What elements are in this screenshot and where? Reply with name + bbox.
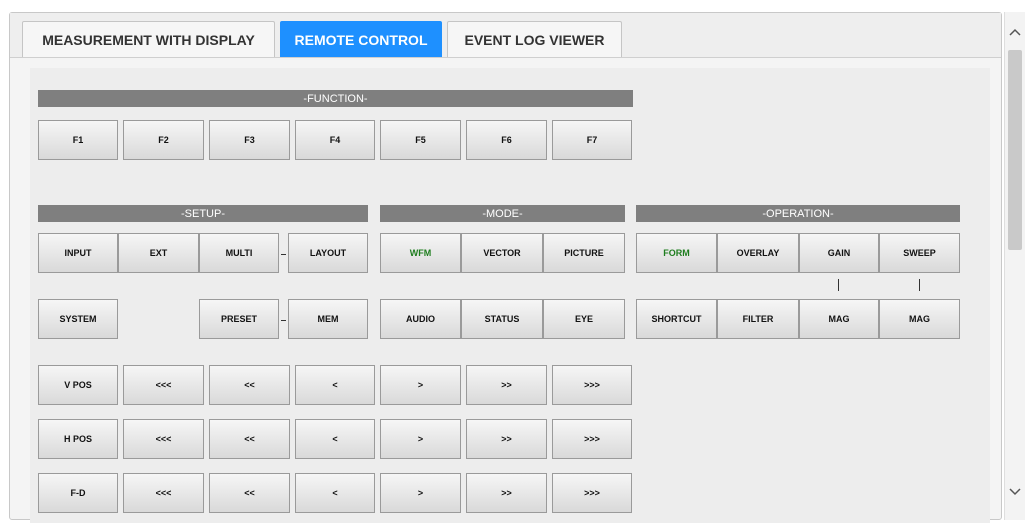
eye-button[interactable]: EYE bbox=[543, 299, 625, 339]
tab-remote-control[interactable]: REMOTE CONTROL bbox=[280, 21, 442, 57]
tab-container: MEASUREMENT WITH DISPLAY REMOTE CONTROL … bbox=[9, 12, 1002, 523]
f-d-step-button[interactable]: << bbox=[209, 473, 290, 513]
sweep-mag-connector bbox=[919, 279, 920, 291]
f6-button[interactable]: F6 bbox=[466, 120, 547, 160]
f-d-step-button[interactable]: >> bbox=[466, 473, 547, 513]
h-pos-step-button[interactable]: < bbox=[295, 419, 375, 459]
multi-button[interactable]: MULTI bbox=[199, 233, 279, 273]
v-pos-step-button[interactable]: < bbox=[295, 365, 375, 405]
input-button[interactable]: INPUT bbox=[38, 233, 118, 273]
f-d-step-button[interactable]: <<< bbox=[123, 473, 204, 513]
v-pos-step-button[interactable]: > bbox=[380, 365, 461, 405]
f5-button[interactable]: F5 bbox=[380, 120, 461, 160]
preset-button[interactable]: PRESET bbox=[199, 299, 279, 339]
system-button[interactable]: SYSTEM bbox=[38, 299, 118, 339]
v-pos-step-button[interactable]: << bbox=[209, 365, 290, 405]
chevron-down-icon[interactable] bbox=[1005, 482, 1025, 502]
h-pos-step-button[interactable]: >>> bbox=[552, 419, 632, 459]
h-pos-step-button[interactable]: <<< bbox=[123, 419, 204, 459]
gain-mag-button[interactable]: MAG bbox=[799, 299, 879, 339]
audio-button[interactable]: AUDIO bbox=[380, 299, 461, 339]
wfm-button[interactable]: WFM bbox=[380, 233, 461, 273]
preset-mem-connector bbox=[281, 320, 286, 321]
gain-button[interactable]: GAIN bbox=[799, 233, 879, 273]
vector-button[interactable]: VECTOR bbox=[461, 233, 543, 273]
section-header-function: -FUNCTION- bbox=[38, 90, 633, 107]
f3-button[interactable]: F3 bbox=[209, 120, 290, 160]
f4-button[interactable]: F4 bbox=[295, 120, 375, 160]
f-d-step-button[interactable]: > bbox=[380, 473, 461, 513]
v-pos-step-button[interactable]: >> bbox=[466, 365, 547, 405]
tab-measurement-with-display[interactable]: MEASUREMENT WITH DISPLAY bbox=[22, 21, 275, 57]
f-d-step-button[interactable]: >>> bbox=[552, 473, 632, 513]
v-pos-step-button[interactable]: <<< bbox=[123, 365, 204, 405]
f7-button[interactable]: F7 bbox=[552, 120, 632, 160]
chevron-up-icon[interactable] bbox=[1005, 22, 1025, 42]
v-pos-button[interactable]: V POS bbox=[38, 365, 118, 405]
section-header-mode: -MODE- bbox=[380, 205, 625, 222]
remote-control-panel: -FUNCTION- F1 F2 F3 F4 F5 F6 F7 -SETUP- … bbox=[30, 68, 990, 523]
h-pos-step-button[interactable]: << bbox=[209, 419, 290, 459]
f-d-button[interactable]: F-D bbox=[38, 473, 118, 513]
multi-layout-connector bbox=[281, 254, 286, 255]
h-pos-step-button[interactable]: >> bbox=[466, 419, 547, 459]
layout-button[interactable]: LAYOUT bbox=[288, 233, 368, 273]
mem-button[interactable]: MEM bbox=[288, 299, 368, 339]
status-button[interactable]: STATUS bbox=[461, 299, 543, 339]
section-header-operation: -OPERATION- bbox=[636, 205, 960, 222]
ext-button[interactable]: EXT bbox=[118, 233, 199, 273]
picture-button[interactable]: PICTURE bbox=[543, 233, 625, 273]
h-pos-step-button[interactable]: > bbox=[380, 419, 461, 459]
overlay-button[interactable]: OVERLAY bbox=[717, 233, 799, 273]
vertical-scrollbar[interactable] bbox=[1004, 12, 1025, 520]
h-pos-button[interactable]: H POS bbox=[38, 419, 118, 459]
shortcut-button[interactable]: SHORTCUT bbox=[636, 299, 717, 339]
tab-event-log-viewer[interactable]: EVENT LOG VIEWER bbox=[447, 21, 622, 57]
gain-mag-connector bbox=[838, 279, 839, 291]
f-d-step-button[interactable]: < bbox=[295, 473, 375, 513]
tab-bar: MEASUREMENT WITH DISPLAY REMOTE CONTROL … bbox=[10, 13, 1001, 58]
filter-button[interactable]: FILTER bbox=[717, 299, 799, 339]
f1-button[interactable]: F1 bbox=[38, 120, 118, 160]
scrollbar-thumb[interactable] bbox=[1008, 50, 1022, 250]
f2-button[interactable]: F2 bbox=[123, 120, 204, 160]
v-pos-step-button[interactable]: >>> bbox=[552, 365, 632, 405]
sweep-button[interactable]: SWEEP bbox=[879, 233, 960, 273]
form-button[interactable]: FORM bbox=[636, 233, 717, 273]
sweep-mag-button[interactable]: MAG bbox=[879, 299, 960, 339]
section-header-setup: -SETUP- bbox=[38, 205, 368, 222]
